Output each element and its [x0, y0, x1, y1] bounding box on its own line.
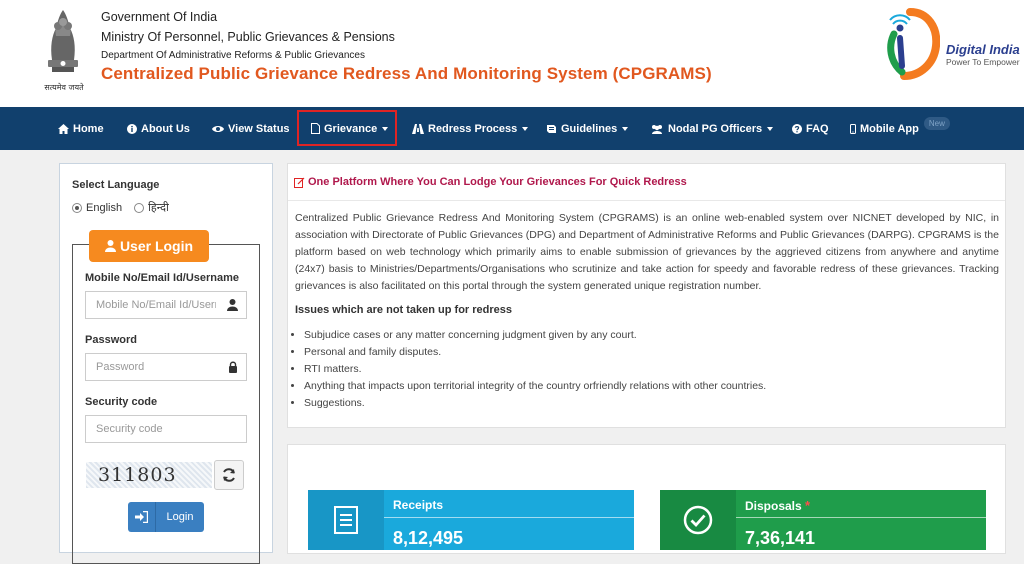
- nav-mobile-app[interactable]: Mobile App New: [850, 107, 950, 150]
- disposals-card: Disposals * 7,36,141: [660, 490, 986, 550]
- nav-guidelines[interactable]: Guidelines: [546, 107, 629, 150]
- user-login-label: User Login: [119, 238, 194, 254]
- lock-icon: [229, 361, 237, 373]
- receipts-body: Receipts 8,12,495: [384, 490, 634, 550]
- users-icon: [652, 124, 662, 134]
- chevron-down-icon: [622, 126, 629, 131]
- nav-faq[interactable]: FAQ: [792, 107, 829, 150]
- national-emblem-icon: [48, 10, 78, 72]
- login-button[interactable]: Login: [128, 502, 204, 532]
- disposals-title: Disposals: [745, 499, 802, 513]
- nav-redress-process-label: Redress Process: [428, 122, 518, 135]
- book-icon: [547, 124, 556, 133]
- ministry-label: Ministry Of Personnel, Public Grievances…: [101, 30, 395, 44]
- refresh-captcha-button[interactable]: [214, 460, 244, 490]
- username-label: Mobile No/Email Id/Username: [85, 272, 240, 284]
- receipts-card: Receipts 8,12,495: [308, 490, 634, 550]
- info-heading: One Platform Where You Can Lodge Your Gr…: [294, 176, 687, 188]
- issues-list: Subjudice cases or any matter concerning…: [304, 327, 766, 412]
- user-icon: [227, 299, 238, 311]
- info-icon: [127, 123, 137, 134]
- username-input[interactable]: [86, 299, 216, 311]
- digital-india-name: Digital India: [946, 42, 1020, 57]
- sign-in-icon: [128, 502, 156, 532]
- government-label: Government Of India: [101, 10, 218, 24]
- nav-nodal-pg-officers-label: Nodal PG Officers: [668, 122, 763, 135]
- nav-about-us-label: About Us: [141, 122, 190, 135]
- disposals-body: Disposals * 7,36,141: [736, 490, 986, 550]
- user-login-tab[interactable]: User Login: [89, 230, 209, 262]
- security-code-label: Security code: [85, 396, 158, 408]
- chevron-down-icon: [767, 126, 774, 131]
- nav-view-status[interactable]: View Status: [212, 107, 290, 150]
- english-radio[interactable]: [72, 202, 82, 213]
- list-item: Anything that impacts upon territorial i…: [304, 378, 766, 395]
- eye-icon: [212, 125, 224, 132]
- info-divider: [288, 200, 1005, 201]
- list-item: Suggestions.: [304, 395, 766, 412]
- mobile-icon: [850, 123, 856, 134]
- list-item: Subjudice cases or any matter concerning…: [304, 327, 766, 344]
- chevron-down-icon: [522, 126, 529, 131]
- nav-about-us[interactable]: About Us: [127, 107, 190, 150]
- disposals-title-wrap: Disposals *: [745, 498, 810, 513]
- new-badge: New: [923, 117, 950, 130]
- list-item: RTI matters.: [304, 361, 766, 378]
- issues-heading: Issues which are not taken up for redres…: [295, 304, 513, 316]
- grievance-highlight-box: [297, 110, 397, 146]
- login-button-label: Login: [166, 511, 194, 523]
- edit-icon: [294, 177, 305, 188]
- list-icon: [308, 490, 384, 550]
- stat-divider: [736, 517, 986, 518]
- home-icon: [58, 123, 69, 134]
- nav-mobile-app-label: Mobile App: [860, 122, 919, 135]
- site-header: सत्यमेव जयते Government Of India Ministr…: [0, 0, 1024, 107]
- language-label: Select Language: [72, 179, 160, 191]
- info-heading-text: One Platform Where You Can Lodge Your Gr…: [308, 176, 687, 188]
- password-label: Password: [85, 334, 137, 346]
- site-title: Centralized Public Grievance Redress And…: [101, 64, 712, 83]
- digital-india-logo-icon: [887, 8, 940, 80]
- emblem-caption: सत्यमेव जयते: [44, 83, 84, 92]
- english-label: English: [86, 201, 123, 214]
- receipts-value: 8,12,495: [393, 528, 464, 548]
- digital-india-tagline: Power To Empower: [946, 57, 1020, 67]
- security-code-field-wrap: [85, 415, 247, 443]
- stat-divider: [384, 517, 634, 518]
- password-input[interactable]: [86, 361, 216, 373]
- language-options: English हिन्दी: [72, 200, 169, 215]
- security-code-input[interactable]: [86, 423, 216, 435]
- nav-home-label: Home: [73, 122, 104, 135]
- refresh-icon: [223, 468, 235, 482]
- disposals-value: 7,36,141: [745, 528, 816, 548]
- nav-nodal-pg-officers[interactable]: Nodal PG Officers: [650, 107, 774, 150]
- password-field-wrap: [85, 353, 247, 381]
- process-icon: [412, 123, 424, 134]
- department-label: Department Of Administrative Reforms & P…: [101, 50, 365, 61]
- captcha-image: 311803: [86, 462, 212, 488]
- nav-guidelines-label: Guidelines: [561, 122, 618, 135]
- nav-view-status-label: View Status: [228, 122, 290, 135]
- disposals-asterisk: *: [805, 498, 811, 513]
- question-icon: [792, 123, 802, 134]
- main-navbar: Home About Us View Status Grievance Redr…: [0, 107, 1024, 150]
- stats-panel: Receipts 8,12,495 Disposals * 7,36,141: [287, 444, 1006, 554]
- hindi-label: हिन्दी: [148, 201, 169, 214]
- login-panel: Select Language English हिन्दी User Logi…: [59, 163, 273, 564]
- check-circle-icon: [660, 490, 736, 550]
- nav-home[interactable]: Home: [58, 107, 104, 150]
- nav-redress-process[interactable]: Redress Process: [412, 107, 529, 150]
- hindi-radio[interactable]: [134, 202, 145, 213]
- info-paragraph: Centralized Public Grievance Redress And…: [295, 212, 999, 292]
- username-field-wrap: [85, 291, 247, 319]
- receipts-title: Receipts: [393, 498, 444, 512]
- user-icon: [104, 240, 116, 252]
- nav-faq-label: FAQ: [806, 122, 829, 135]
- list-item: Personal and family disputes.: [304, 344, 766, 361]
- info-panel: One Platform Where You Can Lodge Your Gr…: [287, 163, 1006, 428]
